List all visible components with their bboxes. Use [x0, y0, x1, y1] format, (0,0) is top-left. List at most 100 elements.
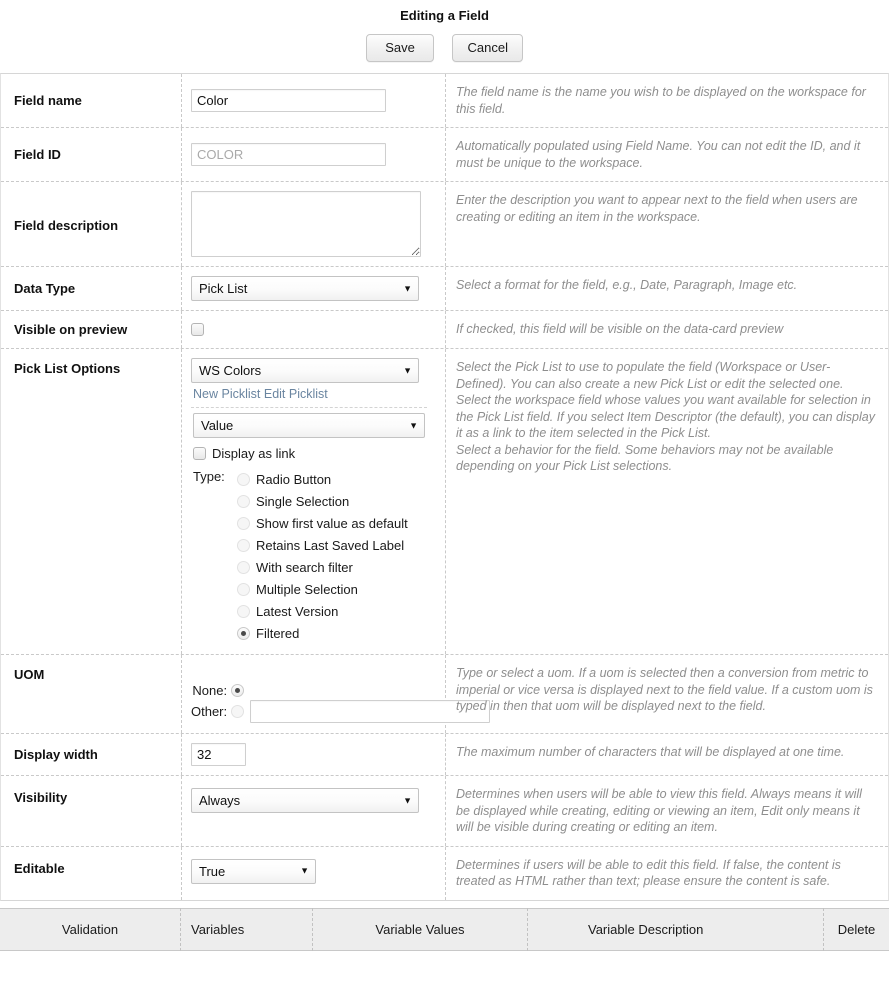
type-option[interactable]: Filtered — [237, 623, 408, 645]
editing-a-field-page: Editing a Field Save Cancel Field name T… — [0, 0, 889, 999]
uom-control-cell: None: Other: — [182, 655, 491, 733]
pick-list-help-2: Select the workspace field whose values … — [456, 393, 875, 440]
picklist-field-select[interactable]: Value ▼ — [193, 413, 425, 438]
display-width-input[interactable] — [191, 743, 246, 766]
row-display-width: Display width The maximum number of char… — [1, 734, 888, 776]
field-name-input[interactable] — [191, 89, 386, 112]
type-option[interactable]: Show first value as default — [237, 513, 408, 535]
data-type-select[interactable]: Pick List ▼ — [191, 276, 419, 301]
type-group-label: Type: — [193, 469, 225, 484]
uom-none-label: None: — [192, 683, 228, 698]
editable-select[interactable]: True ▼ — [191, 858, 316, 884]
column-header-variable-values: Variable Values — [313, 907, 528, 951]
type-option-label: Multiple Selection — [256, 582, 358, 597]
field-properties-table: Field name The field name is the name yo… — [0, 73, 889, 901]
visibility-control-cell: Always ▼ — [182, 776, 446, 846]
type-option-label: Latest Version — [256, 604, 339, 619]
column-header-variable-description: Variable Description — [528, 907, 824, 951]
new-picklist-link[interactable]: New Picklist — [193, 387, 260, 401]
row-uom: UOM None: Other: Type or select a uom. I… — [1, 655, 888, 734]
visibility-label: Visibility — [1, 776, 182, 846]
field-id-control-cell — [182, 128, 446, 181]
type-option[interactable]: Single Selection — [237, 491, 408, 513]
chevron-down-icon: ▼ — [403, 365, 412, 375]
row-field-name: Field name The field name is the name yo… — [1, 74, 888, 128]
display-width-help: The maximum number of characters that wi… — [456, 745, 845, 759]
data-type-label: Data Type — [1, 267, 182, 310]
edit-picklist-link[interactable]: Edit Picklist — [264, 387, 328, 401]
data-type-help: Select a format for the field, e.g., Dat… — [456, 278, 798, 292]
type-option[interactable]: Multiple Selection — [237, 579, 408, 601]
type-option-radio[interactable] — [237, 495, 250, 508]
uom-other-cell — [231, 699, 245, 724]
uom-help: Type or select a uom. If a uom is select… — [456, 666, 873, 713]
validation-table-header: Validation Variables Variable Values Var… — [0, 907, 889, 951]
type-group: Type: Radio Button Single Selection Show… — [193, 469, 445, 645]
column-header-delete: Delete — [837, 921, 876, 937]
chevron-down-icon: ▼ — [403, 795, 412, 805]
row-visibility: Visibility Always ▼ Determines when user… — [1, 776, 888, 847]
type-option-radio[interactable] — [237, 473, 250, 486]
pick-list-options-control-cell: WS Colors ▼ New Picklist Edit Picklist V… — [182, 349, 446, 654]
type-option[interactable]: Latest Version — [237, 601, 408, 623]
column-header-variables: Variables — [181, 907, 313, 951]
type-option-radio[interactable] — [237, 561, 250, 574]
type-option[interactable]: Retains Last Saved Label — [237, 535, 408, 557]
type-option-label: Retains Last Saved Label — [256, 538, 405, 553]
type-option-radio[interactable] — [237, 583, 250, 596]
visible-on-preview-checkbox[interactable] — [191, 323, 204, 336]
field-description-textarea[interactable] — [191, 191, 421, 257]
display-width-control-cell — [182, 734, 446, 775]
visibility-select[interactable]: Always ▼ — [191, 788, 419, 813]
display-width-label: Display width — [1, 734, 182, 775]
picklist-field-value: Value — [201, 418, 234, 433]
display-as-link-label: Display as link — [212, 446, 296, 461]
type-option-label: With search filter — [256, 560, 353, 575]
display-as-link-checkbox[interactable] — [193, 447, 206, 460]
pick-list-help-1: Select the Pick List to use to populate … — [456, 360, 844, 391]
chevron-down-icon: ▼ — [300, 865, 309, 876]
pick-list-options-help: Select the Pick List to use to populate … — [446, 349, 888, 654]
type-option-radio[interactable] — [237, 605, 250, 618]
type-option-radio[interactable] — [237, 539, 250, 552]
row-pick-list-options: Pick List Options WS Colors ▼ New Pickli… — [1, 349, 888, 655]
save-button[interactable]: Save — [366, 34, 435, 62]
field-description-control-cell — [182, 182, 446, 266]
editable-control-cell: True ▼ — [182, 846, 446, 900]
data-type-select-value: Pick List — [199, 281, 248, 296]
type-option-radio-selected[interactable] — [237, 627, 250, 640]
uom-other-label: Other: — [191, 704, 228, 719]
type-option-label: Single Selection — [256, 494, 350, 509]
picklist-source-select[interactable]: WS Colors ▼ — [191, 358, 419, 383]
type-option-label: Filtered — [256, 626, 300, 641]
visible-on-preview-label: Visible on preview — [1, 311, 182, 348]
field-name-label: Field name — [1, 74, 182, 127]
page-title: Editing a Field — [400, 8, 489, 23]
field-name-control-cell — [182, 74, 446, 127]
row-field-description: Field description Enter the description … — [1, 182, 888, 267]
cancel-button[interactable]: Cancel — [452, 34, 523, 62]
uom-none-radio[interactable] — [231, 684, 245, 697]
editable-select-value: True — [199, 863, 226, 879]
visibility-select-value: Always — [199, 793, 241, 808]
field-id-help: Automatically populated using Field Name… — [456, 139, 861, 170]
editable-label: Editable — [1, 846, 182, 900]
type-option-list: Radio Button Single Selection Show first… — [237, 469, 408, 645]
type-option-radio[interactable] — [237, 517, 250, 530]
pick-list-help-3: Select a behavior for the field. Some be… — [456, 442, 834, 474]
field-description-label: Field description — [1, 182, 182, 266]
row-editable: Editable True ▼ Determines if users will… — [1, 846, 888, 900]
type-option[interactable]: With search filter — [237, 557, 408, 579]
uom-none-cell — [231, 682, 245, 699]
picklist-links: New Picklist Edit Picklist — [191, 383, 445, 403]
uom-other-radio[interactable] — [231, 705, 245, 718]
data-type-control-cell: Pick List ▼ — [182, 267, 446, 310]
pick-list-options-label: Pick List Options — [1, 349, 182, 654]
column-header-validation: Validation — [0, 907, 181, 951]
row-data-type: Data Type Pick List ▼ Select a format fo… — [1, 267, 888, 311]
divider — [191, 407, 427, 408]
picklist-source-value: WS Colors — [199, 363, 262, 378]
type-option[interactable]: Radio Button — [237, 469, 408, 491]
type-option-label: Radio Button — [256, 472, 332, 487]
visible-on-preview-help: If checked, this field will be visible o… — [456, 322, 784, 336]
